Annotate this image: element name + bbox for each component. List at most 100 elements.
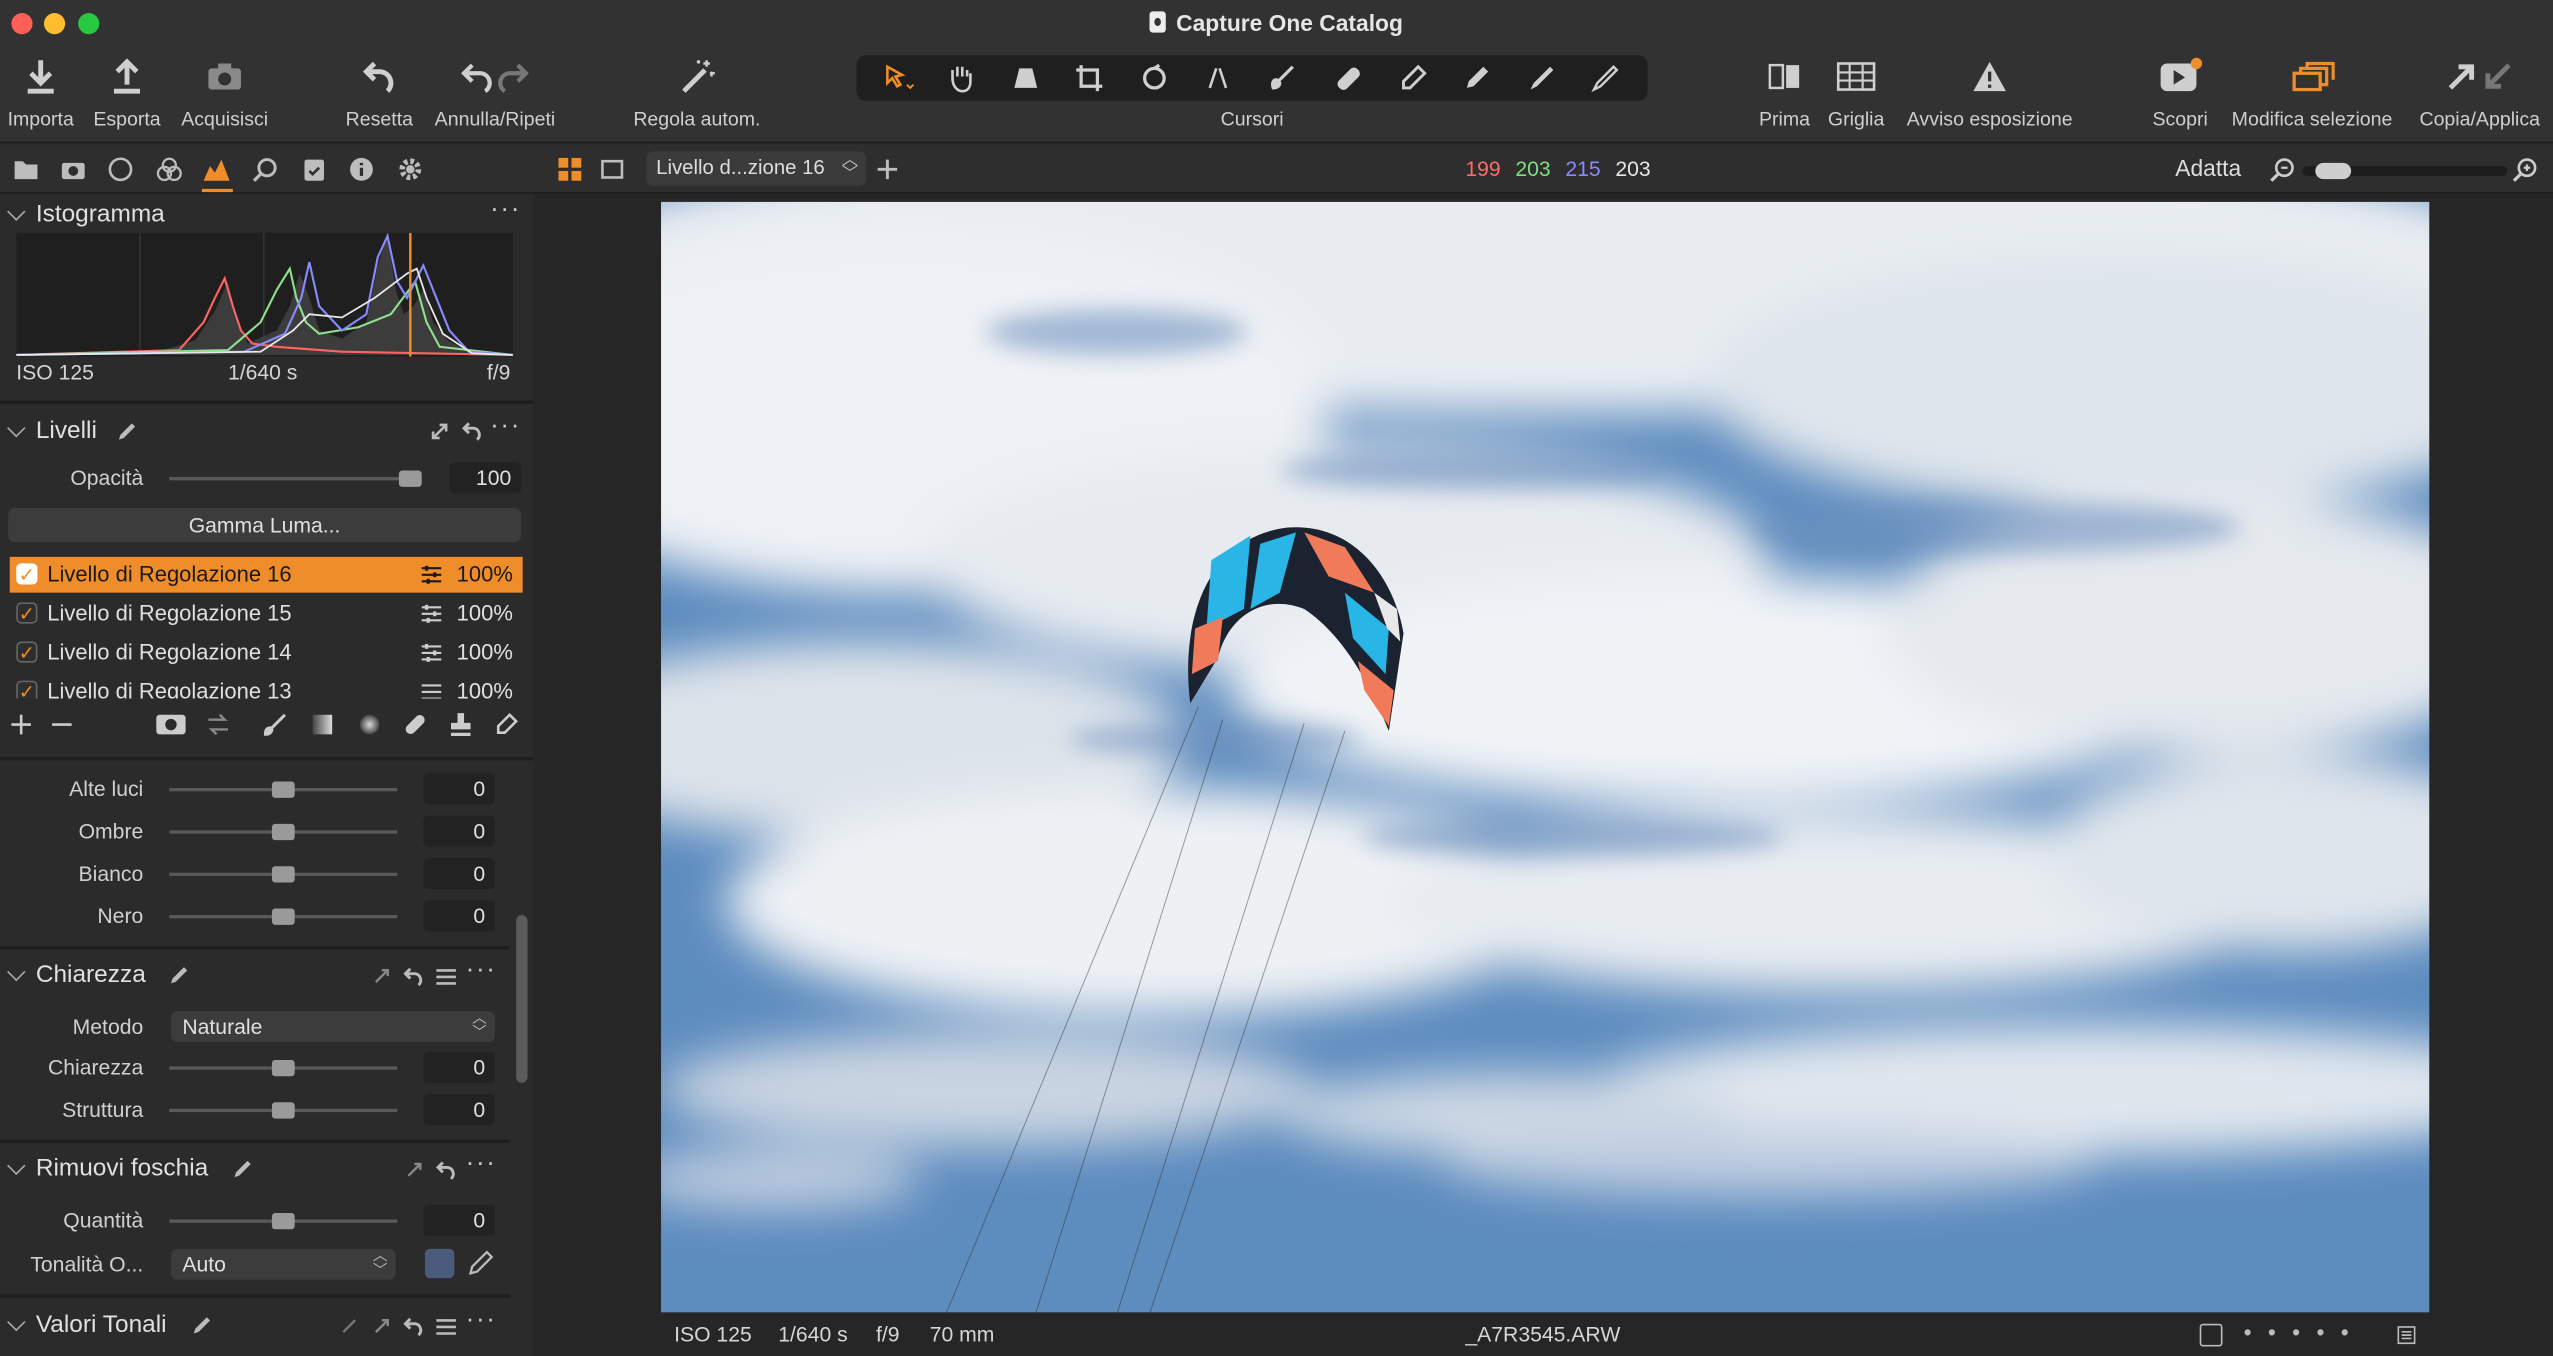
opacity-slider-handle[interactable] <box>398 470 422 487</box>
eye-icon[interactable] <box>155 712 188 738</box>
rotate-cursor-tool[interactable] <box>1131 59 1180 98</box>
highlights-value[interactable]: 0 <box>423 773 495 805</box>
photo-kite-sky[interactable] <box>661 201 2430 1314</box>
eraser-cursor-tool[interactable] <box>1388 59 1437 98</box>
method-select[interactable]: Naturale ︿ ﹀ <box>170 1010 495 1043</box>
select-cursor-tool[interactable] <box>874 59 923 98</box>
layers-header[interactable]: Livelli ··· <box>0 410 519 456</box>
zoom-out-button[interactable] <box>2268 155 2297 184</box>
keystone-cursor-tool[interactable] <box>1003 59 1052 98</box>
invert-icon[interactable] <box>205 712 231 738</box>
shadows-slider-handle[interactable] <box>271 823 295 841</box>
layer-checkbox[interactable]: ✓ <box>16 680 38 699</box>
expand-icon[interactable] <box>405 1161 423 1179</box>
layer-item[interactable]: ✓ Livello di Regolazione 13 100% <box>10 674 523 699</box>
add-layer-button[interactable] <box>873 155 902 184</box>
tonal-values-header[interactable]: Valori Tonali ··· <box>0 1304 510 1350</box>
crop-cursor-tool[interactable] <box>1067 59 1116 98</box>
more-options-icon[interactable]: ··· <box>466 956 497 985</box>
radial-gradient-icon[interactable] <box>357 712 383 738</box>
more-options-icon[interactable]: ··· <box>466 1306 497 1335</box>
opacity-slider[interactable] <box>169 477 422 481</box>
discover-button[interactable]: Scopri <box>2146 52 2214 130</box>
tab-color[interactable] <box>155 155 184 184</box>
dehaze-tone-select[interactable]: Auto ︿ ﹀ <box>170 1248 396 1280</box>
capture-button[interactable]: Acquisisci <box>174 52 275 130</box>
mask-eraser-cursor-tool[interactable] <box>1581 59 1630 98</box>
white-slider-handle[interactable] <box>271 866 295 883</box>
brush-icon[interactable] <box>262 712 288 738</box>
exposure-warning-button[interactable]: Avviso esposizione <box>1898 52 2080 130</box>
clarity-amount-slider-handle[interactable] <box>271 1059 295 1077</box>
luma-range-button[interactable]: Gamma Luma... <box>8 507 522 543</box>
haze-color-swatch[interactable] <box>424 1248 455 1279</box>
panel-scrollbar[interactable] <box>516 915 528 1083</box>
clarity-header[interactable]: Chiarezza ··· <box>0 954 510 1000</box>
annotation-cursor-tool[interactable] <box>1517 59 1566 98</box>
presets-icon[interactable] <box>435 1317 458 1337</box>
rating-dots[interactable]: ••••• <box>2244 1319 2365 1345</box>
heal-brush-icon[interactable] <box>402 712 428 738</box>
dehaze-header[interactable]: Rimuovi foschia ··· <box>0 1148 510 1194</box>
copy-apply-button[interactable]: Copia/Applica <box>2410 52 2550 130</box>
opacity-value[interactable]: 100 <box>449 462 522 494</box>
zoom-in-button[interactable] <box>2511 155 2540 184</box>
layer-checkbox[interactable]: ✓ <box>16 602 38 624</box>
undo-redo-button[interactable]: Annulla/Ripeti <box>428 52 562 130</box>
layer-item[interactable]: ✓ Livello di Regolazione 16 100% <box>9 556 523 593</box>
layer-item[interactable]: ✓ Livello di Regolazione 15 100% <box>10 596 523 632</box>
expand-icon[interactable] <box>373 967 391 985</box>
eyedropper-icon[interactable] <box>466 1249 495 1278</box>
clarity-amount-value[interactable]: 0 <box>423 1051 495 1083</box>
select-checkbox[interactable] <box>2199 1323 2223 1347</box>
reset-icon[interactable] <box>402 966 425 989</box>
tab-capture[interactable] <box>59 155 88 184</box>
import-button[interactable]: Importa <box>0 52 81 130</box>
reset-icon[interactable] <box>435 1159 458 1182</box>
metadata-icon[interactable] <box>2397 1325 2417 1345</box>
layer-checkbox[interactable]: ✓ <box>16 641 38 663</box>
color-picker-cursor-tool[interactable] <box>1453 59 1502 98</box>
dehaze-amount-value[interactable]: 0 <box>423 1204 495 1236</box>
tab-library[interactable] <box>11 155 40 184</box>
plus-icon[interactable] <box>8 712 34 738</box>
presets-icon[interactable] <box>435 967 458 987</box>
zoom-fit-button[interactable]: Adatta <box>2175 155 2241 181</box>
linear-gradient-icon[interactable] <box>309 712 335 738</box>
layer-select[interactable]: Livello d...zione 16 ︿ ﹀ <box>646 151 867 186</box>
tab-lens[interactable] <box>106 155 135 184</box>
reset-button[interactable]: Resetta <box>337 52 422 130</box>
before-button[interactable]: Prima <box>1752 52 1817 130</box>
layer-checkbox[interactable]: ✓ <box>16 563 38 585</box>
more-options-icon[interactable]: ··· <box>490 412 521 441</box>
layer-item[interactable]: ✓ Livello di Regolazione 14 100% <box>10 635 523 671</box>
brush-cursor-tool[interactable] <box>1260 59 1309 98</box>
clone-stamp-icon[interactable] <box>448 710 474 739</box>
black-slider-handle[interactable] <box>271 908 295 925</box>
highlights-slider-handle[interactable] <box>271 781 295 798</box>
multi-view-button[interactable] <box>555 155 584 184</box>
tab-metadata[interactable] <box>347 155 376 184</box>
more-options-icon[interactable]: ··· <box>466 1150 497 1179</box>
zoom-slider-handle[interactable] <box>2315 162 2352 180</box>
grid-button[interactable]: Griglia <box>1820 52 1892 130</box>
image-viewer[interactable] <box>534 193 2553 1314</box>
pan-cursor-tool[interactable] <box>938 59 987 98</box>
heal-cursor-tool[interactable] <box>1324 59 1373 98</box>
straighten-cursor-tool[interactable] <box>1196 59 1245 98</box>
white-value[interactable]: 0 <box>423 858 495 889</box>
export-button[interactable]: Esporta <box>88 52 166 130</box>
auto-icon[interactable] <box>340 1317 358 1335</box>
structure-slider-handle[interactable] <box>271 1102 295 1119</box>
reset-icon[interactable] <box>402 1316 425 1339</box>
more-options-icon[interactable]: ··· <box>490 195 521 224</box>
tab-details[interactable] <box>251 155 280 184</box>
dehaze-amount-slider-handle[interactable] <box>271 1213 295 1230</box>
expand-icon[interactable] <box>373 1317 391 1335</box>
eraser-icon[interactable] <box>493 712 519 738</box>
minus-icon[interactable] <box>49 712 75 738</box>
auto-adjust-button[interactable]: Regola autom. <box>627 52 767 130</box>
reset-icon[interactable] <box>461 420 484 443</box>
tab-settings[interactable] <box>396 155 425 184</box>
structure-value[interactable]: 0 <box>423 1094 495 1126</box>
